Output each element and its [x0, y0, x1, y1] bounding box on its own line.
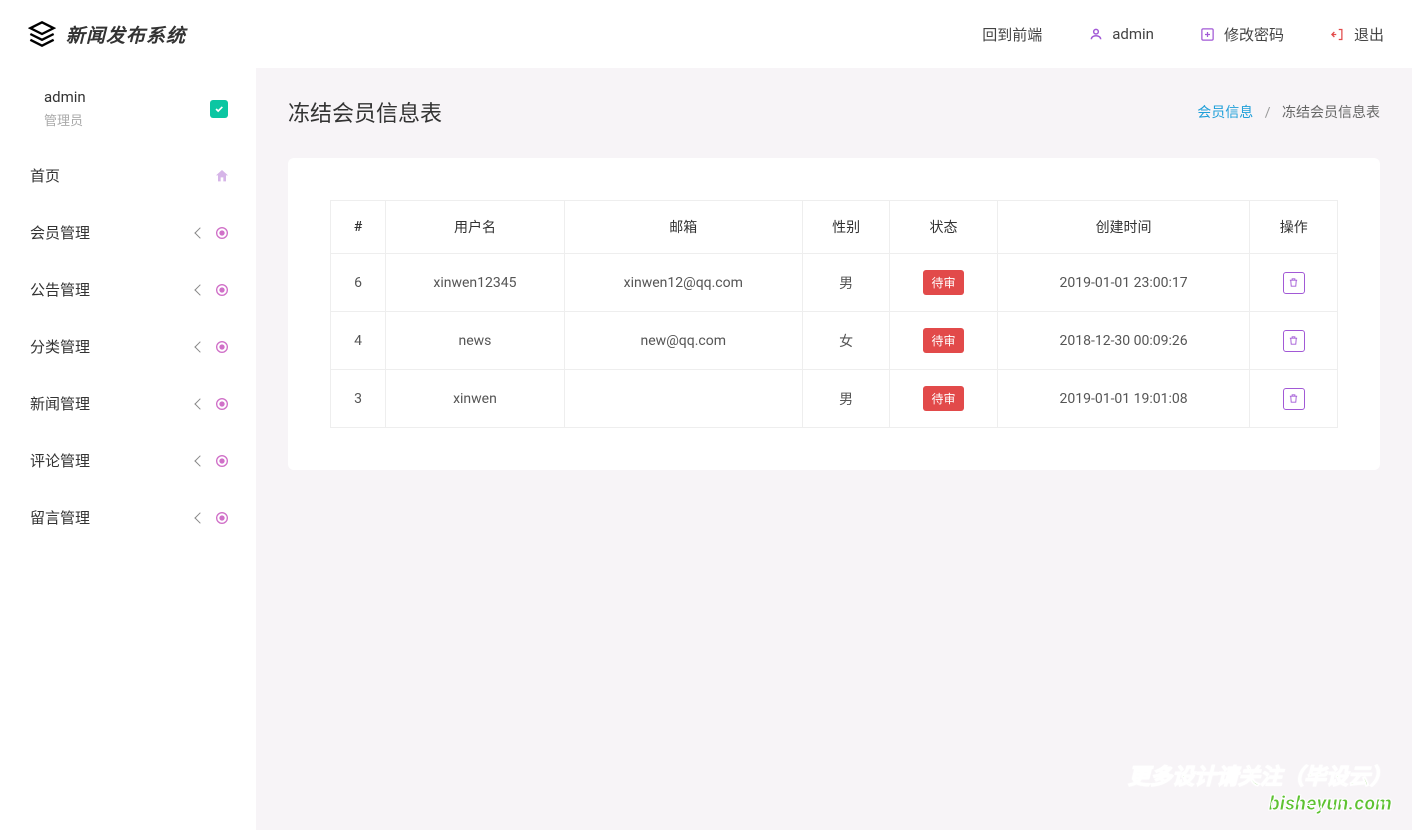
delete-button[interactable]: [1283, 272, 1305, 294]
back-to-frontend-label: 回到前端: [982, 24, 1042, 45]
sidebar-item-label: 公告管理: [30, 279, 90, 300]
table-header: 状态: [890, 201, 997, 254]
user-icon: [1088, 26, 1104, 42]
breadcrumb-link-members[interactable]: 会员信息: [1197, 105, 1253, 121]
table-cell: [564, 370, 802, 428]
table-header: #: [331, 201, 386, 254]
table-header: 性别: [802, 201, 889, 254]
back-to-frontend-link[interactable]: 回到前端: [982, 24, 1042, 45]
table-cell: 3: [331, 370, 386, 428]
target-icon: [214, 282, 230, 298]
sidebar-item-2[interactable]: 公告管理: [0, 261, 256, 318]
sidebar: admin 管理员 首页会员管理公告管理分类管理新闻管理评论管理留言管理: [0, 68, 256, 830]
sidebar-item-label: 首页: [30, 165, 60, 186]
trash-icon: [1288, 335, 1299, 346]
table-cell: [1250, 312, 1338, 370]
page-title: 冻结会员信息表: [288, 96, 442, 128]
delete-button[interactable]: [1283, 330, 1305, 352]
target-icon: [214, 339, 230, 355]
sidebar-item-label: 评论管理: [30, 450, 90, 471]
chevron-left-icon: [194, 398, 205, 409]
table-row: 4newsnew@qq.com女 待审 2018-12-30 00:09:26: [331, 312, 1338, 370]
status-badge: 待审: [923, 386, 963, 411]
sidebar-user-name: admin: [44, 88, 86, 106]
target-icon: [214, 396, 230, 412]
top-bar: 新闻发布系统 回到前端 admin 修改密码: [0, 0, 1412, 68]
sidebar-user: admin 管理员: [0, 88, 256, 147]
table-cell: 4: [331, 312, 386, 370]
trash-icon: [1288, 277, 1299, 288]
sidebar-item-5[interactable]: 评论管理: [0, 432, 256, 489]
table-header: 邮箱: [564, 201, 802, 254]
logout-icon: [1330, 26, 1346, 42]
table-cell: 待审: [890, 254, 997, 312]
logo-icon: [28, 20, 56, 48]
top-actions: 回到前端 admin 修改密码 退出: [982, 24, 1384, 45]
user-menu[interactable]: admin: [1088, 25, 1154, 43]
target-icon: [214, 225, 230, 241]
chevron-left-icon: [194, 284, 205, 295]
sidebar-item-6[interactable]: 留言管理: [0, 489, 256, 546]
target-icon: [214, 453, 230, 469]
table-cell: news: [386, 312, 564, 370]
table-header: 创建时间: [997, 201, 1250, 254]
table-row: 3xinwen 男 待审 2019-01-01 19:01:08: [331, 370, 1338, 428]
brand: 新闻发布系统: [28, 20, 186, 48]
breadcrumb-separator: /: [1265, 105, 1271, 121]
sidebar-item-label: 新闻管理: [30, 393, 90, 414]
members-table: #用户名邮箱性别状态创建时间操作 6xinwen12345xinwen12@qq…: [330, 200, 1338, 428]
delete-button[interactable]: [1283, 388, 1305, 410]
user-label: admin: [1112, 25, 1154, 43]
sidebar-item-label: 留言管理: [30, 507, 90, 528]
table-cell: 2019-01-01 23:00:17: [997, 254, 1250, 312]
table-row: 6xinwen12345xinwen12@qq.com男 待审 2019-01-01…: [331, 254, 1338, 312]
table-cell: 待审: [890, 312, 997, 370]
sidebar-item-label: 会员管理: [30, 222, 90, 243]
change-password-label: 修改密码: [1224, 24, 1284, 45]
table-cell: 女: [802, 312, 889, 370]
logout-label: 退出: [1354, 24, 1384, 45]
content-card: #用户名邮箱性别状态创建时间操作 6xinwen12345xinwen12@qq…: [288, 158, 1380, 470]
trash-icon: [1288, 393, 1299, 404]
sidebar-item-4[interactable]: 新闻管理: [0, 375, 256, 432]
brand-text: 新闻发布系统: [66, 21, 186, 48]
status-badge: 待审: [923, 328, 963, 353]
chevron-left-icon: [194, 455, 205, 466]
breadcrumb: 会员信息 / 冻结会员信息表: [1197, 102, 1380, 122]
table-cell: 男: [802, 254, 889, 312]
table-cell: 男: [802, 370, 889, 428]
target-icon: [214, 510, 230, 526]
change-password-link[interactable]: 修改密码: [1200, 24, 1284, 45]
table-cell: xinwen: [386, 370, 564, 428]
sidebar-item-label: 分类管理: [30, 336, 90, 357]
table-header: 用户名: [386, 201, 564, 254]
table-cell: 2019-01-01 19:01:08: [997, 370, 1250, 428]
logout-link[interactable]: 退出: [1330, 24, 1384, 45]
table-cell: 6: [331, 254, 386, 312]
main-content: 冻结会员信息表 会员信息 / 冻结会员信息表 #用户名邮箱性别状态创建时间操作 …: [256, 68, 1412, 830]
sidebar-user-role: 管理员: [44, 110, 86, 129]
status-badge: 待审: [923, 270, 963, 295]
table-cell: xinwen12345: [386, 254, 564, 312]
sidebar-item-1[interactable]: 会员管理: [0, 204, 256, 261]
table-cell: 待审: [890, 370, 997, 428]
chevron-left-icon: [194, 341, 205, 352]
home-icon: [214, 168, 230, 184]
table-cell: [1250, 254, 1338, 312]
sidebar-item-0[interactable]: 首页: [0, 147, 256, 204]
chevron-left-icon: [194, 227, 205, 238]
edit-icon: [1200, 26, 1216, 42]
table-header: 操作: [1250, 201, 1338, 254]
table-cell: 2018-12-30 00:09:26: [997, 312, 1250, 370]
sidebar-item-3[interactable]: 分类管理: [0, 318, 256, 375]
table-cell: [1250, 370, 1338, 428]
table-cell: xinwen12@qq.com: [564, 254, 802, 312]
chevron-left-icon: [194, 512, 205, 523]
breadcrumb-current: 冻结会员信息表: [1282, 105, 1380, 121]
verified-badge-icon: [210, 100, 228, 118]
table-cell: new@qq.com: [564, 312, 802, 370]
